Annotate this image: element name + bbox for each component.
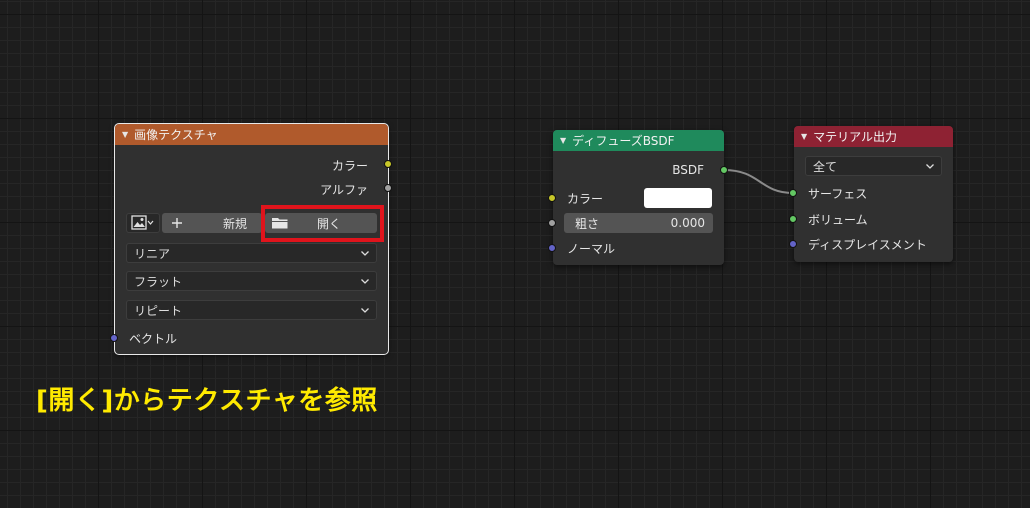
plus-icon	[172, 218, 182, 228]
input-normal-label: ノーマル	[567, 241, 616, 256]
node-title: 画像テクスチャ	[134, 128, 218, 142]
diffuse-bsdf-node[interactable]: ▼ ディフューズBSDF BSDF カラー 粗さ 0.000 ノーマル	[548, 130, 728, 265]
output-color-label: カラー	[331, 158, 368, 173]
extension-value: リピート	[134, 303, 183, 318]
input-color-socket[interactable]	[548, 194, 556, 202]
interpolation-dropdown[interactable]: リニア	[126, 243, 377, 263]
new-label: 新規	[223, 216, 248, 231]
collapse-triangle-icon[interactable]: ▼	[122, 130, 128, 139]
input-vector-socket[interactable]	[110, 334, 118, 342]
chevron-down-icon	[361, 308, 369, 313]
input-volume-row: ボリューム	[808, 209, 868, 229]
node-title: ディフューズBSDF	[572, 134, 675, 148]
input-displacement-label: ディスプレイスメント	[808, 237, 927, 252]
input-surface-label: サーフェス	[808, 186, 868, 201]
output-alpha-socket[interactable]	[384, 184, 392, 192]
chevron-down-icon	[926, 164, 934, 169]
target-value: 全て	[813, 159, 838, 174]
input-vector-row: ベクトル	[129, 328, 177, 348]
interpolation-value: リニア	[134, 246, 171, 261]
input-displacement-row: ディスプレイスメント	[808, 234, 927, 254]
roughness-label: 粗さ	[575, 216, 600, 231]
input-displacement-socket[interactable]	[789, 240, 797, 248]
annotation-caption: [開く]からテクスチャを参照	[36, 386, 378, 416]
chevron-down-icon	[361, 279, 369, 284]
input-normal-row: ノーマル	[567, 238, 615, 258]
chevron-down-icon	[361, 251, 369, 256]
open-image-button[interactable]: 開く	[265, 213, 377, 233]
extension-dropdown[interactable]: リピート	[126, 300, 377, 320]
input-roughness-socket[interactable]	[548, 219, 556, 227]
target-dropdown[interactable]: 全て	[805, 156, 942, 176]
input-color-row: カラー	[567, 188, 603, 208]
roughness-value: 0.000	[670, 216, 705, 230]
color-swatch[interactable]	[644, 188, 712, 208]
roughness-slider[interactable]: 粗さ 0.000	[564, 213, 713, 233]
input-volume-socket[interactable]	[789, 215, 797, 223]
folder-icon	[272, 218, 288, 229]
output-color-row: カラー	[332, 155, 368, 175]
projection-value: フラット	[134, 274, 183, 289]
input-volume-label: ボリューム	[808, 212, 868, 227]
open-label: 開く	[317, 216, 342, 231]
diffuse-bsdf-header[interactable]: ▼ ディフューズBSDF	[553, 130, 724, 151]
output-bsdf-row: BSDF	[672, 160, 704, 180]
output-bsdf-socket[interactable]	[720, 166, 728, 174]
image-browse-button[interactable]	[126, 213, 160, 233]
output-bsdf-label: BSDF	[672, 163, 704, 177]
input-surface-socket[interactable]	[789, 189, 797, 197]
collapse-triangle-icon[interactable]: ▼	[560, 136, 566, 145]
material-output-node[interactable]: ▼ マテリアル出力 全て サーフェス ボリューム ディスプレイスメント	[789, 126, 953, 262]
material-output-header[interactable]: ▼ マテリアル出力	[794, 126, 953, 147]
input-color-label: カラー	[567, 191, 604, 206]
collapse-triangle-icon[interactable]: ▼	[801, 132, 807, 141]
input-normal-socket[interactable]	[548, 244, 556, 252]
image-texture-header[interactable]: ▼ 画像テクスチャ	[115, 124, 388, 145]
projection-dropdown[interactable]: フラット	[126, 271, 377, 291]
new-image-button[interactable]: 新規	[162, 213, 262, 233]
output-color-socket[interactable]	[384, 160, 392, 168]
output-alpha-label: アルファ	[320, 182, 368, 197]
node-title: マテリアル出力	[813, 130, 898, 144]
output-alpha-row: アルファ	[320, 179, 368, 199]
image-texture-node[interactable]: ▼ 画像テクスチャ カラー アルファ 新規 開く リニア フラット リピート ベ…	[110, 123, 392, 355]
image-browse-icon	[131, 215, 154, 230]
input-surface-row: サーフェス	[808, 183, 867, 203]
input-vector-label: ベクトル	[129, 331, 178, 346]
